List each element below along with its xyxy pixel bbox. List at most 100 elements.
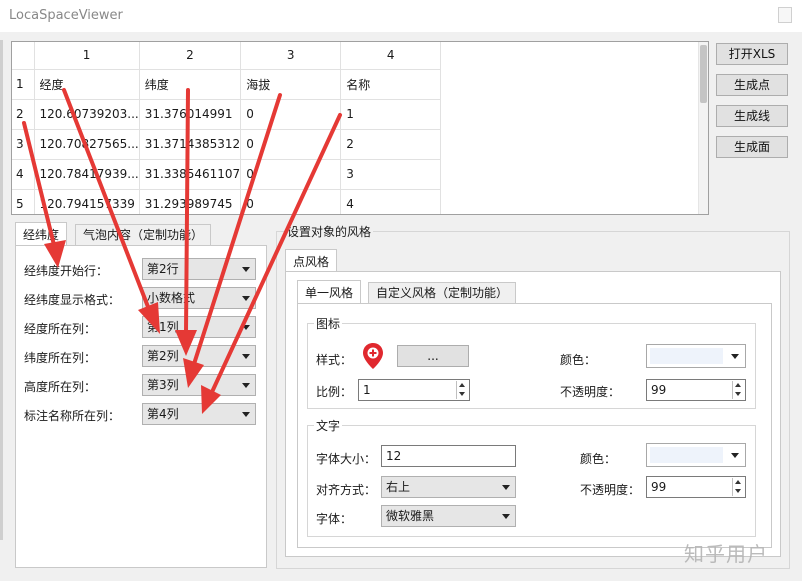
spin-arrows-icon[interactable]	[732, 381, 744, 399]
text-color-picker[interactable]	[646, 443, 746, 467]
table-cell[interactable]: 31.376014991	[139, 99, 242, 130]
table-row: 5 120.794157339 31.293989745 0 4	[12, 189, 442, 214]
table-cell[interactable]: 0	[240, 159, 342, 190]
table-cell[interactable]: 2	[340, 129, 442, 160]
altitude-column-label: 高度所在列：	[24, 380, 97, 394]
row-header[interactable]: 3	[12, 129, 35, 160]
generate-polygon-button[interactable]: 生成面	[716, 136, 788, 158]
chevron-down-icon	[502, 514, 510, 519]
column-header[interactable]: 4	[340, 42, 442, 70]
alignment-value: 右上	[386, 480, 411, 494]
chevron-down-icon	[502, 485, 510, 490]
table-cell[interactable]: 120.794157339	[34, 189, 140, 214]
start-row-select[interactable]: 第2行	[142, 258, 256, 280]
table-cell[interactable]: 0	[240, 189, 342, 214]
latitude-column-label: 纬度所在列：	[24, 351, 97, 365]
font-select[interactable]: 微软雅黑	[381, 505, 516, 527]
font-value: 微软雅黑	[386, 509, 435, 523]
row-header[interactable]: 5	[12, 189, 35, 214]
longitude-column-value: 第1列	[147, 320, 179, 334]
table-cell[interactable]: 120.70827565...	[34, 129, 140, 160]
table-cell[interactable]: 4	[340, 189, 442, 214]
row-header[interactable]: 2	[12, 99, 35, 130]
altitude-column-select[interactable]: 第3列	[142, 374, 256, 396]
spin-arrows-icon[interactable]	[732, 478, 744, 496]
altitude-column-value: 第3列	[147, 378, 179, 392]
table-cell[interactable]: 120.78417939...	[34, 159, 140, 190]
font-size-value: 12	[386, 449, 402, 463]
tab-point-style[interactable]: 点风格	[285, 249, 338, 273]
start-row-value: 第2行	[147, 262, 179, 276]
vertical-scrollbar[interactable]	[698, 42, 708, 214]
chevron-down-icon	[242, 325, 250, 330]
label-name-column-select[interactable]: 第4列	[142, 403, 256, 425]
alignment-label: 对齐方式：	[316, 483, 377, 497]
table-cell[interactable]: 0	[240, 129, 342, 160]
table-cell[interactable]: 3	[340, 159, 442, 190]
data-grid[interactable]: 1 2 3 4 1 经度 纬度 海拔 名称 2 120.60739203... …	[11, 41, 709, 215]
icon-style-label: 样式：	[316, 353, 353, 367]
font-label: 字体：	[316, 512, 353, 526]
font-size-input[interactable]: 12	[381, 445, 516, 467]
browse-icon-button[interactable]: ...	[397, 345, 469, 367]
table-cell[interactable]: 120.60739203...	[34, 99, 140, 130]
column-header[interactable]: 1	[34, 42, 140, 70]
icon-color-label: 颜色：	[560, 353, 597, 367]
column-header[interactable]: 2	[139, 42, 242, 70]
map-pin-icon[interactable]	[362, 342, 384, 370]
chevron-down-icon	[242, 296, 250, 301]
icon-color-picker[interactable]	[646, 344, 746, 368]
spin-arrows-icon[interactable]	[456, 381, 468, 399]
color-swatch	[650, 447, 723, 463]
close-button[interactable]	[778, 7, 792, 23]
label-name-column-label: 标注名称所在列：	[24, 409, 121, 423]
font-size-label: 字体大小：	[316, 452, 377, 466]
tab-custom-style[interactable]: 自定义风格（定制功能）	[368, 282, 517, 304]
object-style-title: 设置对象的风格	[285, 223, 374, 240]
chevron-down-icon	[242, 354, 250, 359]
row-header[interactable]: 4	[12, 159, 35, 190]
column-header-row: 1 2 3 4	[12, 42, 442, 70]
table-cell[interactable]: 31.3385461107	[139, 159, 242, 190]
scale-label: 比例：	[316, 385, 353, 399]
chevron-down-icon	[242, 412, 250, 417]
latitude-column-select[interactable]: 第2列	[142, 345, 256, 367]
table-cell[interactable]: 31.293989745	[139, 189, 242, 214]
row-header[interactable]: 1	[12, 69, 35, 100]
table-cell[interactable]: 海拔	[240, 69, 342, 100]
generate-line-button[interactable]: 生成线	[716, 105, 788, 127]
icon-opacity-value: 99	[651, 383, 667, 397]
table-cell[interactable]: 经度	[34, 69, 140, 100]
chevron-down-icon	[731, 453, 739, 458]
corner-cell	[12, 42, 35, 70]
table-cell[interactable]: 纬度	[139, 69, 242, 100]
tab-bubble-content[interactable]: 气泡内容（定制功能）	[75, 224, 212, 246]
table-cell[interactable]: 0	[240, 99, 342, 130]
table-cell[interactable]: 31.3714385312	[139, 129, 242, 160]
table-row: 2 120.60739203... 31.376014991 0 1	[12, 99, 442, 130]
generate-point-button[interactable]: 生成点	[716, 74, 788, 96]
longitude-column-select[interactable]: 第1列	[142, 316, 256, 338]
text-opacity-spinbox[interactable]: 99	[646, 476, 746, 498]
chevron-down-icon	[242, 267, 250, 272]
tab-lonlat[interactable]: 经纬度	[15, 222, 68, 246]
icon-opacity-spinbox[interactable]: 99	[646, 379, 746, 401]
display-format-select[interactable]: 小数格式	[142, 287, 256, 309]
scale-value: 1	[363, 383, 371, 397]
text-opacity-label: 不透明度：	[580, 483, 641, 497]
watermark: 知乎用户	[684, 542, 768, 566]
tab-single-style[interactable]: 单一风格	[297, 280, 362, 304]
table-row: 4 120.78417939... 31.3385461107 0 3	[12, 159, 442, 190]
longitude-column-label: 经度所在列：	[24, 322, 97, 336]
column-header[interactable]: 3	[240, 42, 342, 70]
open-xls-button[interactable]: 打开XLS	[716, 43, 788, 65]
table-row: 3 120.70827565... 31.3714385312 0 2	[12, 129, 442, 160]
scale-spinbox[interactable]: 1	[358, 379, 470, 401]
title-bar: LocaSpaceViewer	[0, 0, 802, 32]
chevron-down-icon	[731, 354, 739, 359]
table-cell[interactable]: 1	[340, 99, 442, 130]
table-cell[interactable]: 名称	[340, 69, 442, 100]
alignment-select[interactable]: 右上	[381, 476, 516, 498]
scrollbar-thumb[interactable]	[700, 45, 707, 103]
icon-group-title: 图标	[314, 315, 343, 332]
